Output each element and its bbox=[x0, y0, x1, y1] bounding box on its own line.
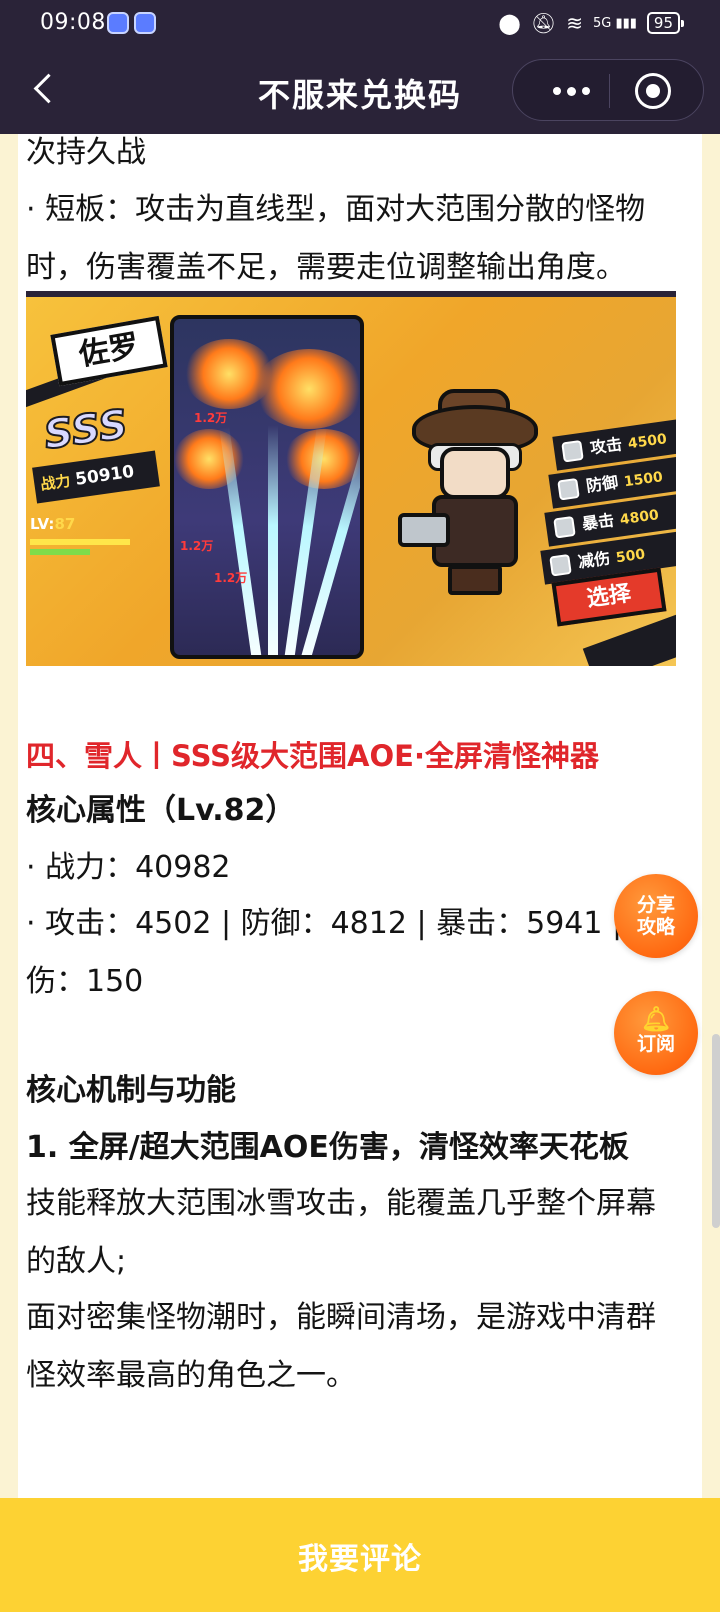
level-prefix: LV: bbox=[30, 515, 55, 533]
burst-icon bbox=[553, 515, 576, 539]
sword-icon bbox=[561, 439, 584, 463]
power-label: 战力 bbox=[39, 471, 72, 494]
gameplay-preview: 1.2万 1.2万 1.2万 bbox=[170, 315, 364, 659]
share-label-line1: 分享 bbox=[636, 894, 675, 916]
power-badge: 战力 50910 bbox=[32, 450, 160, 504]
damage-number: 1.2万 bbox=[214, 571, 248, 585]
exp-bar bbox=[30, 549, 90, 555]
stat-value: 1500 bbox=[623, 469, 664, 491]
wifi-icon: ≋ bbox=[566, 11, 583, 35]
face bbox=[440, 447, 510, 499]
stat-label: 暴击 bbox=[580, 510, 616, 534]
hero-name-tag: 佐罗 bbox=[50, 315, 168, 387]
comment-bar[interactable]: 我要评论 bbox=[0, 1498, 720, 1612]
close-target-icon[interactable] bbox=[635, 73, 671, 109]
battery-icon: 95 bbox=[646, 12, 685, 34]
hero-character bbox=[398, 389, 554, 599]
article-card: 次持久战 · 短板：攻击为直线型，面对大范围分散的怪物时，伤害覆盖不足，需要走位… bbox=[18, 134, 702, 1498]
damage-number: 1.2万 bbox=[194, 411, 228, 425]
wing-icon bbox=[549, 553, 572, 577]
signal-icon: 5G ▮▮▮ bbox=[592, 15, 637, 31]
power-line: · 战力：40982 bbox=[26, 850, 231, 885]
stat-label: 防御 bbox=[584, 472, 620, 496]
fire-effect bbox=[254, 349, 360, 429]
share-label-line2: 攻略 bbox=[636, 916, 675, 938]
capsule-divider bbox=[609, 74, 610, 108]
shortcoming-paragraph: · 短板：攻击为直线型，面对大范围分散的怪物时，伤害覆盖不足，需要走位调整输出角… bbox=[26, 192, 646, 285]
section-heading: 四、雪人丨SSS级大范围AOE·全屏清怪神器 bbox=[26, 739, 599, 773]
mini-program-capsule bbox=[512, 59, 704, 121]
notification-app-icon bbox=[107, 12, 129, 34]
status-bar: 09:08 ⬤ 🔕︎ ≋ 5G ▮▮▮ 95 bbox=[0, 0, 720, 46]
level-label: LV:87 bbox=[30, 515, 75, 533]
top-bar: 09:08 ⬤ 🔕︎ ≋ 5G ▮▮▮ 95 不服来兑换码 bbox=[0, 0, 720, 134]
revolver bbox=[398, 513, 450, 547]
mute-bell-icon: 🔕︎ bbox=[530, 11, 557, 35]
mechanism-title: 核心机制与功能 bbox=[26, 1073, 236, 1108]
point-1-line-2: 面对密集怪物潮时，能瞬间清场，是游戏中清群怪效率最高的角色之一。 bbox=[26, 1300, 656, 1393]
notification-app-icon bbox=[134, 12, 156, 34]
status-time: 09:08 bbox=[40, 10, 106, 35]
rank-badge: SSS bbox=[40, 400, 131, 459]
stats-line: · 攻击：4502 | 防御：4812 | 暴击：5941 | 减伤：150 bbox=[26, 906, 662, 999]
legs bbox=[448, 565, 502, 595]
subscribe-label: 订阅 bbox=[636, 1033, 675, 1055]
scrollbar[interactable] bbox=[712, 1034, 720, 1228]
stat-value: 4500 bbox=[627, 431, 668, 453]
damage-number: 1.2万 bbox=[180, 539, 214, 553]
game-screenshot: 佐罗 SSS 战力 50910 LV:87 1.2万 1.2万 1.2万 攻击 … bbox=[26, 291, 676, 666]
comment-button[interactable]: 我要评论 bbox=[0, 1534, 720, 1578]
bell-icon: 🔔︎ bbox=[640, 1005, 672, 1033]
stat-label: 攻击 bbox=[588, 434, 624, 458]
laser-beam bbox=[268, 425, 278, 655]
core-attributes-title: 核心属性（Lv.82） bbox=[26, 793, 296, 828]
hp-bar bbox=[30, 539, 130, 545]
stat-label: 减伤 bbox=[576, 548, 612, 572]
battery-level: 95 bbox=[653, 14, 673, 32]
share-guide-button[interactable]: 分享 攻略 bbox=[614, 874, 698, 958]
network-type: 5G bbox=[592, 15, 612, 31]
stat-value: 500 bbox=[615, 546, 647, 567]
more-icon[interactable] bbox=[533, 60, 609, 122]
power-value: 50910 bbox=[74, 461, 136, 490]
point-1-line-1: 技能释放大范围冰雪攻击，能覆盖几乎整个屏幕的敌人; bbox=[26, 1186, 656, 1279]
subscribe-button[interactable]: 🔔︎ 订阅 bbox=[614, 991, 698, 1075]
status-icons: ⬤ 🔕︎ ≋ 5G ▮▮▮ 95 bbox=[498, 10, 685, 36]
paragraph-continuation: 次持久战 bbox=[26, 135, 146, 170]
level-value: 87 bbox=[54, 515, 76, 533]
stat-value: 4800 bbox=[619, 507, 660, 529]
location-icon: ⬤ bbox=[498, 11, 521, 35]
nav-bar: 不服来兑换码 bbox=[0, 56, 720, 126]
point-1-title: 1. 全屏/超大范围AOE伤害，清怪效率天花板 bbox=[26, 1130, 629, 1165]
shield-icon bbox=[557, 477, 580, 501]
